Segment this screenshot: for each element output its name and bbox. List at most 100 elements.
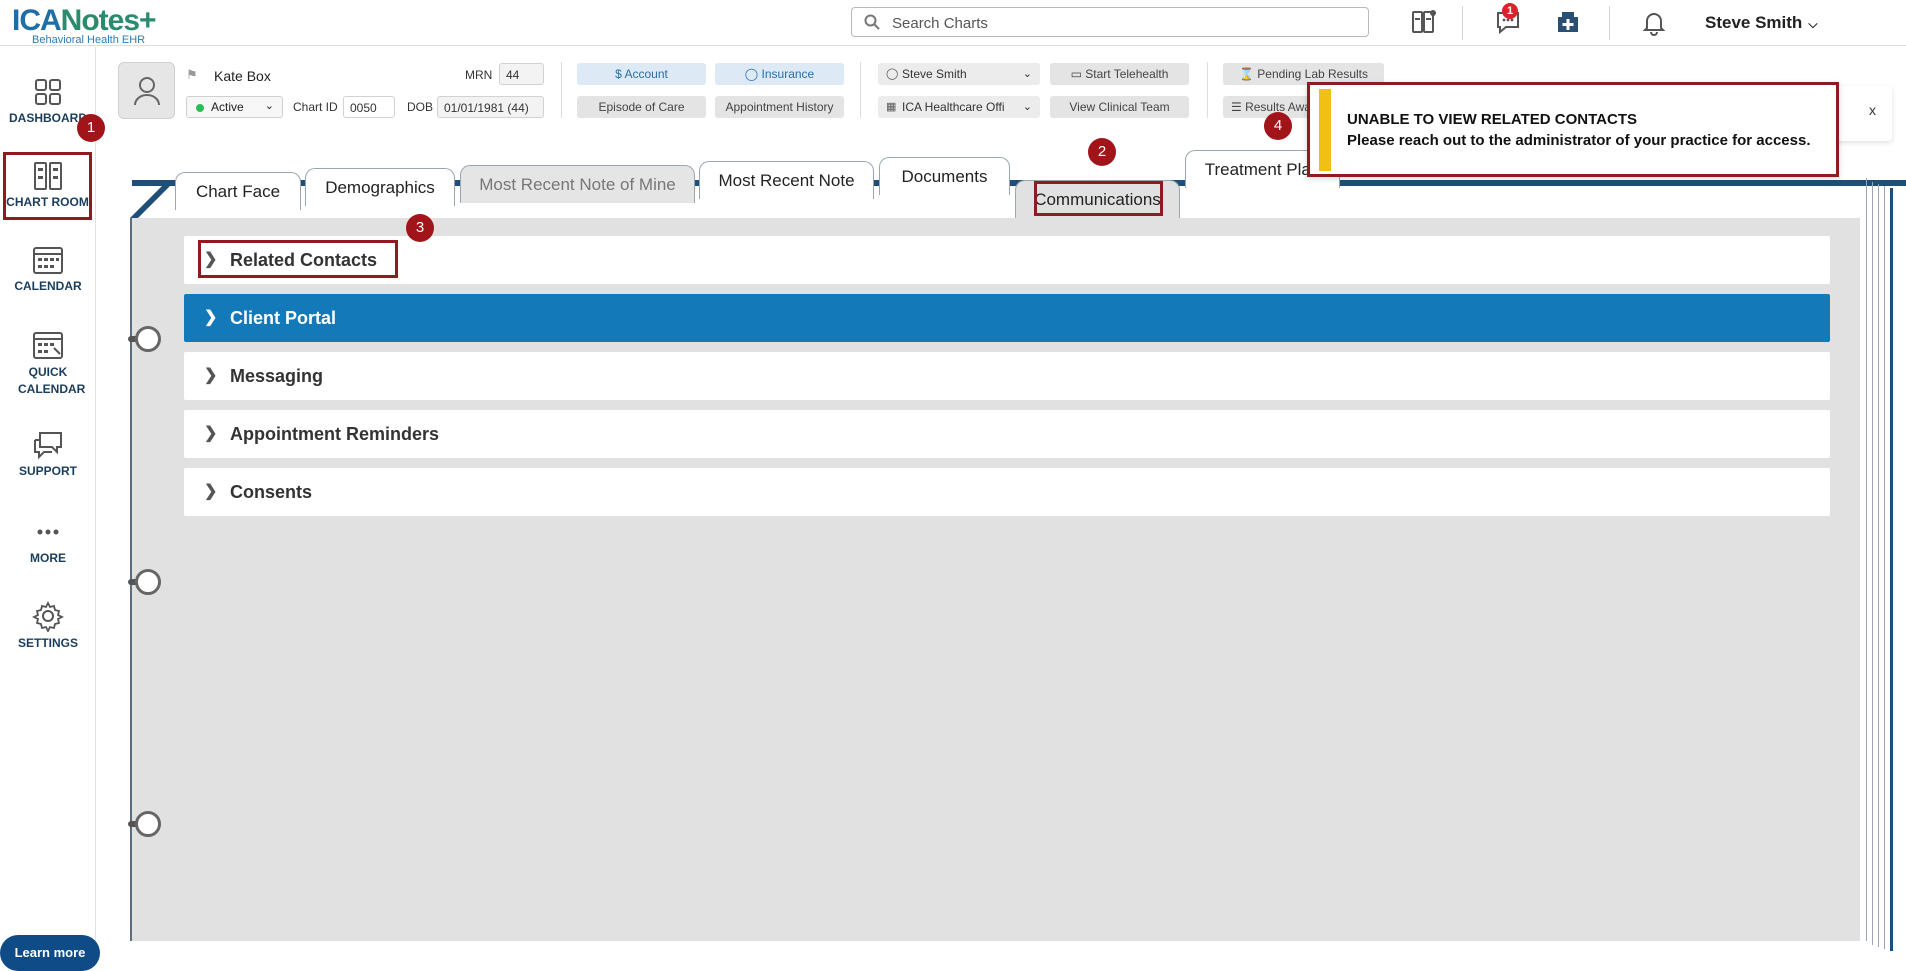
chevron-down-icon: ⌵ — [1808, 17, 1818, 31]
chart-room-shortcut-icon[interactable] — [1410, 8, 1438, 36]
section-consents[interactable]: ❯ Consents — [184, 468, 1830, 516]
toast-title: UNABLE TO VIEW RELATED CONTACTS — [1347, 111, 1637, 128]
topbar-divider — [1609, 6, 1610, 40]
more-dots-icon — [37, 529, 59, 535]
tab-most-recent-note-of-mine[interactable]: Most Recent Note of Mine — [460, 165, 695, 203]
sidebar-item-support[interactable]: SUPPORT — [0, 430, 96, 478]
support-chat-icon — [34, 432, 62, 460]
sidebar-item-chart-room[interactable]: CHART ROOM — [3, 152, 92, 220]
section-appointment-reminders[interactable]: ❯ Appointment Reminders — [184, 410, 1830, 458]
topbar-divider — [1462, 6, 1463, 40]
page-edge — [1866, 178, 1867, 941]
section-client-portal[interactable]: ❯ Client Portal — [184, 294, 1830, 342]
account-button[interactable]: $ Account — [577, 63, 706, 85]
tab-documents[interactable]: Documents — [879, 157, 1010, 195]
header-divider — [561, 62, 562, 118]
sidebar-item-label: SETTINGS — [17, 636, 78, 650]
binder-ring — [135, 569, 161, 595]
shield-icon: ◯ — [744, 67, 762, 81]
chart-id-label: Chart ID — [293, 100, 338, 114]
gear-icon — [32, 600, 64, 632]
user-menu[interactable]: Steve Smith ⌵ — [1705, 13, 1817, 33]
telehealth-label: Start Telehealth — [1085, 67, 1169, 81]
chevron-right-icon: ❯ — [204, 483, 218, 500]
patient-status-select[interactable]: Active ⌄ — [186, 96, 283, 118]
person-icon: ◯ — [886, 68, 899, 80]
chart-room-icon — [33, 162, 62, 190]
chevron-down-icon: ⌄ — [1022, 101, 1032, 113]
appointment-history-button[interactable]: Appointment History — [715, 96, 844, 118]
sidebar-item-label: QUICK CALENDAR — [18, 365, 86, 396]
calendar-icon — [33, 247, 63, 274]
list-icon: ☰ — [1231, 100, 1246, 114]
sidebar: DASHBOARD CHART ROOM CALENDAR QUICK CALE… — [0, 47, 100, 971]
mrn-label: MRN — [465, 68, 493, 82]
user-silhouette-icon — [134, 77, 160, 106]
dollar-icon: $ — [615, 67, 625, 81]
highlight-communications-tab — [1034, 181, 1163, 216]
app-logo[interactable]: ICANotes+ Behavioral Health EHR — [12, 4, 157, 46]
episode-of-care-button[interactable]: Episode of Care — [577, 96, 706, 118]
sidebar-item-settings[interactable]: SETTINGS — [0, 600, 96, 650]
clinician-select[interactable]: ◯ Steve Smith ⌄ — [878, 63, 1040, 85]
dob-label: DOB — [407, 100, 434, 114]
binder-corner — [130, 180, 176, 218]
sidebar-item-quick-calendar[interactable]: QUICK CALENDAR — [0, 330, 96, 398]
search-charts-input[interactable]: Search Charts — [851, 7, 1369, 37]
chat-notification-badge: 1 — [1502, 3, 1518, 19]
quick-calendar-icon — [33, 332, 63, 359]
sidebar-item-label: SUPPORT — [18, 464, 77, 478]
callout-marker: 1 — [77, 114, 105, 142]
logo-text-notes: Notes — [60, 4, 140, 37]
search-icon — [864, 14, 880, 30]
section-messaging[interactable]: ❯ Messaging — [184, 352, 1830, 400]
section-related-contacts[interactable]: ❯ Related Contacts — [184, 236, 1830, 284]
chevron-right-icon: ❯ — [204, 309, 218, 326]
flag-icon[interactable]: ⚑ — [186, 67, 198, 83]
patient-name: Kate Box — [214, 68, 271, 84]
insurance-button[interactable]: ◯ Insurance — [715, 63, 844, 85]
patient-avatar[interactable] — [118, 62, 175, 119]
logo-subtitle: Behavioral Health EHR — [32, 34, 146, 46]
chevron-right-icon: ❯ — [204, 425, 218, 442]
dashboard-icon — [35, 79, 61, 105]
section-label: Client Portal — [230, 308, 337, 328]
location-select[interactable]: ▦ ICA Healthcare Offi ⌄ — [878, 96, 1040, 118]
view-clinical-team-button[interactable]: View Clinical Team — [1050, 96, 1189, 118]
sidebar-item-label: CALENDAR — [14, 279, 82, 293]
section-label: Messaging — [230, 366, 324, 386]
page-edge — [1890, 188, 1893, 951]
user-name: Steve Smith — [1705, 13, 1803, 32]
video-camera-icon: ▭ — [1070, 67, 1086, 81]
error-toast: UNABLE TO VIEW RELATED CONTACTS Please r… — [1307, 82, 1839, 177]
chart-id-field[interactable]: 0050 — [343, 96, 395, 118]
tab-most-recent-note[interactable]: Most Recent Note — [699, 161, 874, 199]
top-bar: ICANotes+ Behavioral Health EHR Search C… — [0, 0, 1906, 46]
chevron-down-icon: ⌄ — [264, 100, 274, 112]
tab-demographics[interactable]: Demographics — [305, 168, 455, 206]
header-divider — [860, 62, 861, 118]
binder-ring — [135, 326, 161, 352]
sidebar-item-label: MORE — [30, 551, 66, 565]
close-icon[interactable]: x — [1869, 102, 1876, 118]
section-label: Appointment Reminders — [230, 424, 440, 444]
eprescribe-icon[interactable] — [1554, 8, 1582, 36]
sidebar-item-more[interactable]: MORE — [0, 517, 96, 565]
dob-field: 01/01/1981 (44) — [437, 96, 544, 118]
logo-plus-icon: + — [139, 4, 157, 37]
page-edge — [1884, 186, 1885, 949]
building-icon: ▦ — [886, 101, 897, 113]
chevron-down-icon: ⌄ — [1022, 68, 1032, 80]
status-value: Active — [211, 100, 244, 114]
callout-marker: 2 — [1088, 138, 1116, 166]
hourglass-icon: ⌛ — [1238, 67, 1258, 81]
bell-icon[interactable] — [1640, 8, 1668, 36]
status-dot — [196, 104, 204, 112]
sidebar-item-calendar[interactable]: CALENDAR — [0, 245, 96, 293]
toast-message: Please reach out to the administrator of… — [1347, 132, 1811, 149]
highlight-related-contacts — [198, 240, 398, 278]
learn-more-button[interactable]: Learn more — [0, 935, 100, 971]
start-telehealth-button[interactable]: ▭ Start Telehealth — [1050, 63, 1189, 85]
mrn-field: 44 — [499, 63, 544, 85]
tab-chart-face[interactable]: Chart Face — [175, 172, 301, 210]
